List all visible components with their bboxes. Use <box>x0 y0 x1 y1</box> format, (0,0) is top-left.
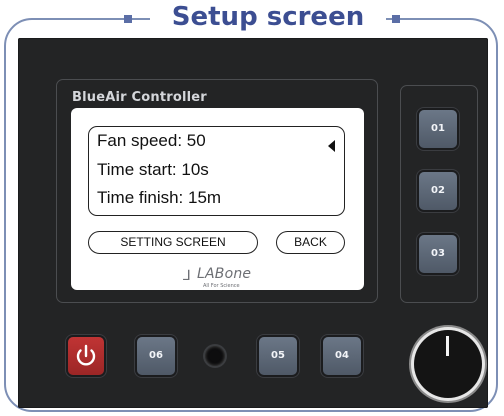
frame-tick-right <box>392 15 400 23</box>
time-finish-line: Time finish: 15m <box>97 188 222 207</box>
labone-logo-mark-icon: ⅃ <box>183 268 191 284</box>
knob-indicator <box>446 336 449 356</box>
logo-tagline: All For Science <box>203 283 240 289</box>
key-01-button[interactable]: 01 <box>419 110 457 148</box>
key-06-button[interactable]: 06 <box>137 337 175 375</box>
power-button[interactable] <box>68 337 104 375</box>
key-05-button[interactable]: 05 <box>259 337 297 375</box>
selection-cursor-icon <box>328 140 335 152</box>
back-button[interactable]: BACK <box>276 231 345 254</box>
key-02-button[interactable]: 02 <box>419 172 457 210</box>
frame-tick-left <box>124 15 132 23</box>
fan-speed-line: Fan speed: 50 <box>97 131 206 150</box>
key-03-button[interactable]: 03 <box>419 235 457 273</box>
logo-name: LABone <box>197 266 252 282</box>
setting-screen-button[interactable]: SETTING SCREEN <box>88 231 258 254</box>
control-knob[interactable] <box>414 330 482 398</box>
page-title: Setup screen <box>150 0 386 36</box>
time-start-line: Time start: 10s <box>97 160 209 179</box>
power-icon <box>76 344 96 366</box>
jack-port <box>205 346 225 366</box>
brand-label: BlueAir Controller <box>72 90 207 105</box>
key-04-button[interactable]: 04 <box>323 337 361 375</box>
